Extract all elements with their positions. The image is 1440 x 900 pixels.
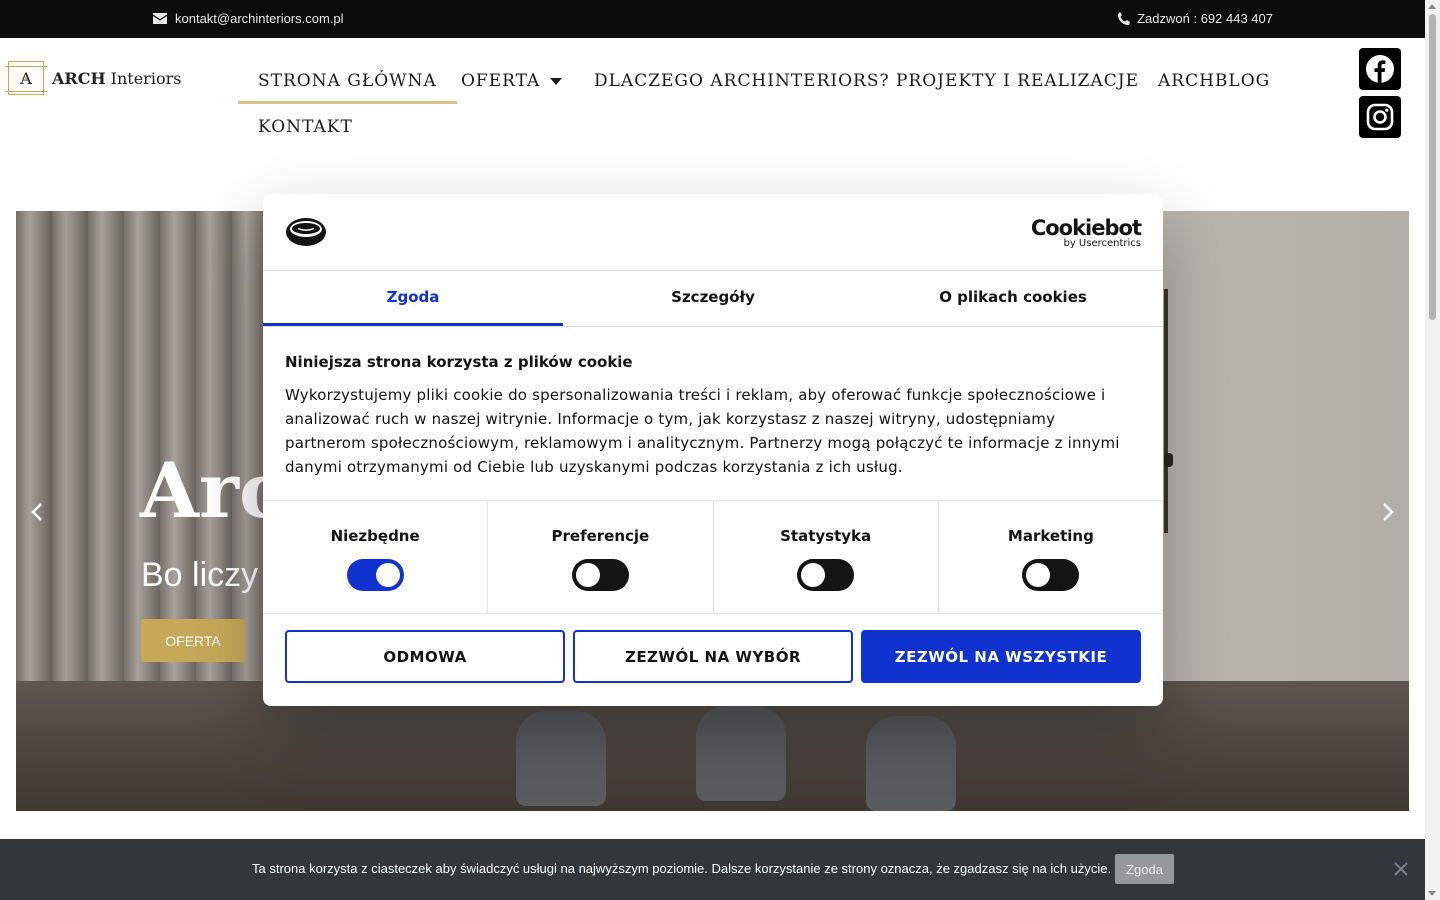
logo-brand: ARCH Interiors bbox=[52, 69, 181, 88]
slider-next-button[interactable] bbox=[1378, 499, 1398, 525]
category-statistics: Statystyka bbox=[714, 501, 939, 613]
preferences-toggle[interactable] bbox=[571, 559, 629, 591]
contact-email[interactable]: kontakt@archinteriors.com.pl bbox=[153, 11, 344, 26]
nav-item-label: ARCHBLOG bbox=[1158, 71, 1271, 91]
tab-details[interactable]: Szczegóły bbox=[563, 271, 863, 326]
cookie-notice-text: Ta strona korzysta z ciasteczek aby świa… bbox=[252, 861, 1112, 876]
cookiebot-logo-icon bbox=[286, 218, 326, 246]
category-necessary: Niezbędne bbox=[263, 501, 489, 613]
nav-item-home[interactable]: STRONA GŁÓWNA bbox=[238, 58, 457, 104]
nav-item-label: DLACZEGO ARCHINTERIORS? bbox=[594, 71, 890, 91]
site-header: A ARCH Interiors STRONA GŁÓWNA OFERTA DL… bbox=[0, 38, 1425, 158]
statistics-toggle[interactable] bbox=[797, 559, 855, 591]
category-label: Marketing bbox=[1007, 527, 1094, 545]
envelope-icon bbox=[153, 13, 167, 24]
nav-item-contact[interactable]: KONTAKT bbox=[238, 104, 373, 150]
marketing-toggle[interactable] bbox=[1022, 559, 1080, 591]
cookie-dialog-tabs: Zgoda Szczegóły O plikach cookies bbox=[263, 271, 1163, 327]
hero-subtitle: Bo liczy bbox=[141, 556, 259, 594]
nav-item-why[interactable]: DLACZEGO ARCHINTERIORS? bbox=[574, 58, 910, 104]
deny-button[interactable]: ODMOWA bbox=[285, 630, 565, 683]
cookie-notice-bar: Ta strona korzysta z ciasteczek aby świa… bbox=[0, 839, 1425, 900]
slider-prev-button[interactable] bbox=[27, 499, 47, 525]
hero-offer-button[interactable]: OFERTA bbox=[141, 619, 245, 662]
nav-item-label: KONTAKT bbox=[258, 117, 353, 137]
category-marketing: Marketing bbox=[939, 501, 1163, 613]
hero-chair bbox=[696, 706, 786, 801]
scrollbar-thumb[interactable] bbox=[1429, 14, 1436, 320]
cookiebot-brand: Cookiebot by Usercentrics bbox=[1030, 216, 1142, 249]
chevron-down-icon bbox=[550, 78, 563, 85]
logo-mark: A bbox=[5, 61, 47, 95]
chevron-left-icon bbox=[31, 503, 42, 521]
cookie-dialog-header: Cookiebot by Usercentrics bbox=[263, 194, 1163, 271]
cookie-dialog-actions: ODMOWA ZEZWÓL NA WYBÓR ZEZWÓL NA WSZYSTK… bbox=[285, 630, 1141, 683]
hero-door-knob bbox=[1164, 453, 1173, 467]
necessary-toggle[interactable] bbox=[346, 559, 404, 591]
cookie-dialog-heading: Niniejsza strona korzysta z plików cooki… bbox=[285, 353, 633, 371]
nav-item-projects[interactable]: PROJEKTY I REALIZACJE bbox=[876, 58, 1159, 104]
scroll-down-arrow-icon[interactable] bbox=[1428, 891, 1436, 896]
nav-item-label: PROJEKTY I REALIZACJE bbox=[896, 71, 1139, 91]
chevron-right-icon bbox=[1383, 503, 1394, 521]
contact-phone[interactable]: Zadzwoń : 692 443 407 bbox=[1117, 11, 1273, 26]
phone-text: Zadzwoń : 692 443 407 bbox=[1137, 11, 1273, 26]
tab-consent[interactable]: Zgoda bbox=[263, 271, 563, 326]
scroll-up-arrow-icon[interactable] bbox=[1428, 4, 1436, 9]
allow-all-button[interactable]: ZEZWÓL NA WSZYSTKIE bbox=[861, 630, 1141, 683]
cookie-dialog-text: Wykorzystujemy pliki cookie do spersonal… bbox=[285, 386, 1120, 476]
logo-brand-bold: ARCH bbox=[52, 68, 106, 88]
tab-about-cookies[interactable]: O plikach cookies bbox=[863, 271, 1163, 326]
facebook-icon bbox=[1366, 55, 1394, 83]
top-bar: kontakt@archinteriors.com.pl Zadzwoń : 6… bbox=[0, 0, 1425, 38]
cookie-dialog-body: Niniejsza strona korzysta z plików cooki… bbox=[263, 327, 1163, 501]
hero-chair bbox=[866, 716, 956, 811]
facebook-link[interactable] bbox=[1359, 48, 1401, 90]
email-text: kontakt@archinteriors.com.pl bbox=[175, 11, 344, 26]
close-icon[interactable] bbox=[1392, 860, 1410, 878]
cookie-notice-accept-button[interactable]: Zgoda bbox=[1115, 854, 1174, 884]
category-label: Statystyka bbox=[780, 527, 872, 545]
category-label: Niezbędne bbox=[330, 527, 420, 545]
cookie-categories: Niezbędne Preferencje Statystyka Marketi… bbox=[263, 501, 1163, 614]
nav-item-label: STRONA GŁÓWNA bbox=[258, 71, 437, 91]
page-scrollbar[interactable] bbox=[1425, 0, 1440, 900]
instagram-link[interactable] bbox=[1359, 96, 1401, 138]
instagram-icon bbox=[1366, 103, 1394, 131]
hero-chair bbox=[516, 711, 606, 806]
hero-door-frame bbox=[1164, 289, 1168, 533]
category-label: Preferencje bbox=[551, 527, 650, 545]
nav-item-label: OFERTA bbox=[461, 71, 541, 91]
cookie-consent-dialog: Cookiebot by Usercentrics Zgoda Szczegół… bbox=[263, 194, 1163, 706]
logo-brand-rest: Interiors bbox=[105, 68, 182, 88]
nav-item-offer[interactable]: OFERTA bbox=[441, 58, 582, 104]
cookiebot-brand-name: Cookiebot bbox=[1030, 216, 1142, 240]
nav-item-blog[interactable]: ARCHBLOG bbox=[1138, 58, 1290, 104]
category-preferences: Preferencje bbox=[488, 501, 714, 613]
phone-icon bbox=[1118, 11, 1131, 25]
allow-selection-button[interactable]: ZEZWÓL NA WYBÓR bbox=[573, 630, 853, 683]
site-logo[interactable]: A ARCH Interiors bbox=[5, 61, 181, 95]
